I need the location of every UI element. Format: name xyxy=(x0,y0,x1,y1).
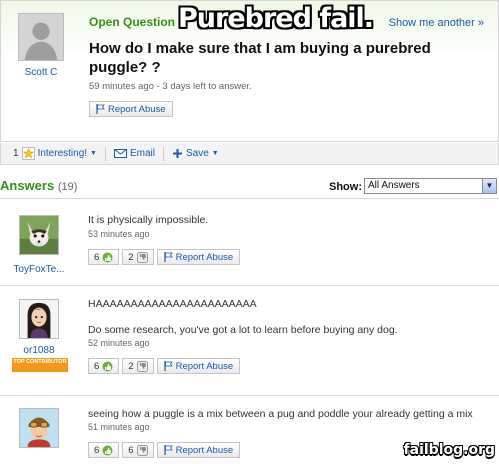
interesting-count: 1 xyxy=(13,148,19,159)
thumbs-up-icon xyxy=(102,445,113,455)
thumbs-up-count: 6 xyxy=(94,251,100,263)
thumbs-down-button[interactable]: 2 xyxy=(122,249,154,265)
save-label: Save xyxy=(186,148,209,159)
answer-avatar[interactable] xyxy=(19,215,59,255)
thumbs-up-button[interactable]: 6 xyxy=(88,358,120,374)
answer-item: ToyFoxTe... It is physically impossible.… xyxy=(0,200,499,284)
answers-title: Answers xyxy=(0,178,55,193)
question-title: How do I make sure that I am buying a pu… xyxy=(89,40,431,76)
answer-time: 51 minutes ago xyxy=(88,422,150,432)
answer-text: Do some research, you've got a lot to le… xyxy=(88,324,398,336)
question-status-label: Open Question xyxy=(89,15,176,29)
answer-report-abuse-button[interactable]: Report Abuse xyxy=(156,442,241,458)
thumbs-up-icon xyxy=(102,252,113,262)
top-contributor-badge: TOP CONTRIBUTOR xyxy=(12,358,68,372)
avatar-pilot-icon xyxy=(20,409,58,447)
show-filter-select[interactable]: All Answers ▼ xyxy=(364,178,497,194)
asker-avatar[interactable] xyxy=(18,13,64,61)
report-abuse-label: Report Abuse xyxy=(175,360,234,372)
report-abuse-label: Report Abuse xyxy=(108,103,166,115)
thumbs-up-count: 6 xyxy=(94,444,100,456)
divider xyxy=(104,146,106,161)
answer-report-abuse-button[interactable]: Report Abuse xyxy=(156,249,241,265)
answers-heading: Answers (19) xyxy=(0,178,77,193)
answer-votes: 6 2 Report Abuse xyxy=(88,358,241,374)
chevron-down-icon: ▼ xyxy=(90,150,97,157)
failblog-watermark: failblog.org xyxy=(403,442,495,458)
interesting-label: Interesting! xyxy=(37,148,88,159)
report-abuse-label: Report Abuse xyxy=(175,251,234,263)
meme-title: Purebred fail. xyxy=(178,3,374,34)
answer-time: 53 minutes ago xyxy=(88,229,150,239)
answer-avatar[interactable] xyxy=(19,408,59,448)
plus-icon xyxy=(173,149,182,158)
answers-count: (19) xyxy=(57,181,78,193)
email-button[interactable]: Email xyxy=(113,148,155,159)
divider xyxy=(163,146,164,161)
chevron-down-icon: ▼ xyxy=(211,150,219,157)
thumbs-down-button[interactable]: 6 xyxy=(122,442,154,458)
save-button[interactable]: Save ▼ xyxy=(172,148,219,159)
answer-report-abuse-button[interactable]: Report Abuse xyxy=(156,358,241,374)
question-meta: 59 minutes ago - 3 days left to answer. xyxy=(89,81,252,92)
question-report-abuse-button[interactable]: Report Abuse xyxy=(89,101,173,117)
report-abuse-label: Report Abuse xyxy=(175,444,234,456)
thumbs-down-count: 6 xyxy=(128,444,134,456)
interesting-button[interactable]: 1 Interesting! ▼ xyxy=(13,147,97,160)
chevron-down-icon[interactable]: ▼ xyxy=(482,179,496,193)
envelope-icon xyxy=(113,149,127,158)
thumbs-down-count: 2 xyxy=(128,251,134,263)
answer-time: 52 minutes ago xyxy=(88,338,150,348)
flag-icon xyxy=(163,252,173,262)
show-another-link[interactable]: Show me another » xyxy=(389,17,484,29)
answer-text: seeing how a puggle is a mix between a p… xyxy=(88,408,473,420)
answer-votes: 6 2 Report Abuse xyxy=(88,249,241,265)
answer-item: or1088 TOP CONTRIBUTOR HAAAAAAAAAAAAAAAA… xyxy=(0,286,499,394)
answerer-name-link[interactable]: or1088 xyxy=(1,345,77,356)
thumbs-up-button[interactable]: 6 xyxy=(88,249,120,265)
email-label: Email xyxy=(129,148,155,159)
thumbs-up-icon xyxy=(102,361,113,371)
thumbs-down-button[interactable]: 2 xyxy=(122,358,154,374)
dog-photo-icon xyxy=(20,216,58,254)
thumbs-down-icon xyxy=(136,360,148,372)
answerer-name-link[interactable]: ToyFoxTe... xyxy=(1,264,77,275)
star-icon xyxy=(21,147,35,160)
thumbs-up-button[interactable]: 6 xyxy=(88,442,120,458)
default-user-icon xyxy=(19,14,63,60)
thumbs-down-count: 2 xyxy=(128,360,134,372)
flag-icon xyxy=(163,361,173,371)
flag-icon xyxy=(163,445,173,455)
answer-text: HAAAAAAAAAAAAAAAAAAAAAAA xyxy=(88,298,257,310)
answer-text: It is physically impossible. xyxy=(88,214,209,226)
answer-avatar[interactable] xyxy=(19,299,59,339)
answer-votes: 6 6 Report Abuse xyxy=(88,442,241,458)
question-action-bar: 1 Interesting! ▼ Email Save ▼ xyxy=(0,143,499,165)
thumbs-up-count: 6 xyxy=(94,360,100,372)
flag-icon xyxy=(96,104,105,114)
show-filter-label: Show: xyxy=(329,181,362,193)
thumbs-down-icon xyxy=(136,251,148,263)
avatar-girl-icon xyxy=(20,300,58,338)
divider xyxy=(0,198,499,199)
show-filter-value: All Answers xyxy=(368,180,420,191)
thumbs-down-icon xyxy=(136,444,148,456)
asker-name-link[interactable]: Scott C xyxy=(15,67,67,78)
